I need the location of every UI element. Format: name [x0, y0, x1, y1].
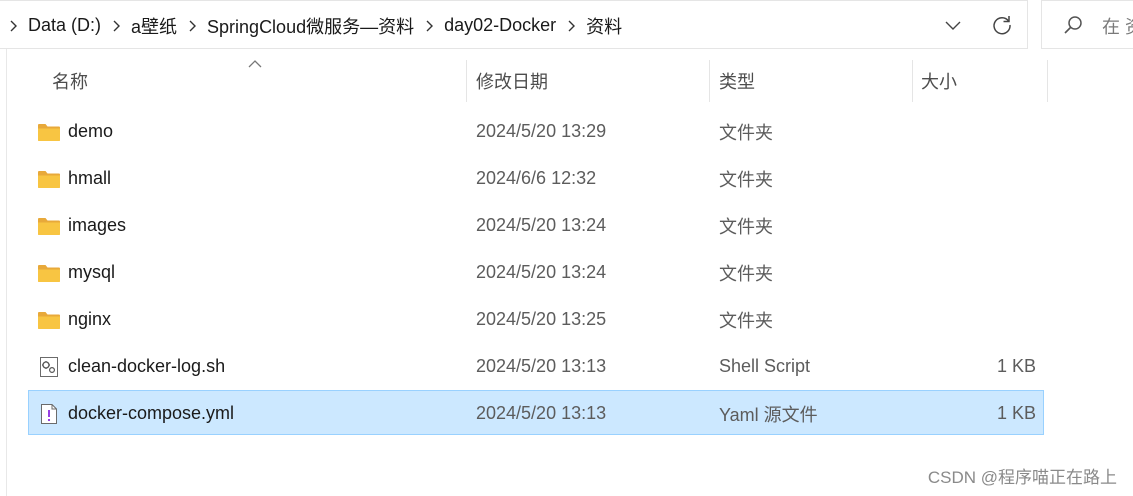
file-date: 2024/5/20 13:25 [476, 309, 607, 329]
file-type: Yaml 源文件 [719, 404, 818, 425]
column-type[interactable]: 类型 [719, 60, 755, 102]
column-size[interactable]: 大小 [921, 60, 957, 102]
file-name[interactable]: mysql [68, 262, 115, 283]
file-row[interactable]: images 2024/5/20 13:24 文件夹 [28, 202, 1044, 247]
folder-icon [37, 216, 61, 236]
file-row[interactable]: clean-docker-log.sh 2024/5/20 13:13 Shell … [28, 343, 1044, 388]
file-size [919, 203, 1036, 248]
file-type: 文件夹 [719, 216, 773, 237]
file-size [919, 250, 1036, 295]
file-name[interactable]: docker-compose.yml [68, 403, 234, 424]
column-divider[interactable] [709, 60, 710, 102]
chevron-right-icon[interactable] [422, 19, 436, 33]
file-date: 2024/6/6 12:32 [476, 168, 597, 188]
column-divider[interactable] [466, 60, 467, 102]
file-name-cell[interactable]: clean-docker-log.sh [37, 344, 225, 389]
file-name[interactable]: clean-docker-log.sh [68, 356, 225, 377]
file-list: demo 2024/5/20 13:29 文件夹 hmall 2024/6/6 12:3… [28, 108, 1044, 437]
file-date: 2024/5/20 13:29 [476, 121, 607, 141]
watermark: CSDN @程序喵正在路上 [927, 468, 1117, 487]
breadcrumb-item[interactable]: Data (D:) [26, 15, 103, 36]
column-header: 名称 修改日期 类型 大小 [28, 60, 1048, 102]
file-name-cell[interactable]: docker-compose.yml [37, 391, 234, 436]
file-type: 文件夹 [719, 122, 773, 143]
search-box[interactable]: 在 资 [1041, 0, 1133, 49]
file-date: 2024/5/20 13:13 [476, 356, 607, 376]
chevron-down-icon[interactable] [940, 13, 966, 37]
file-date: 2024/5/20 13:13 [476, 403, 607, 423]
file-name-cell[interactable]: demo [37, 109, 113, 154]
column-date[interactable]: 修改日期 [476, 60, 548, 102]
breadcrumb-item[interactable]: 资料 [584, 13, 624, 39]
column-name[interactable]: 名称 [52, 60, 88, 102]
folder-icon [37, 169, 61, 189]
file-name-cell[interactable]: hmall [37, 156, 111, 201]
file-row[interactable]: demo 2024/5/20 13:29 文件夹 [28, 108, 1044, 153]
file-date: 2024/5/20 13:24 [476, 215, 607, 235]
file-name-cell[interactable]: images [37, 203, 126, 248]
breadcrumb-item[interactable]: a壁纸 [129, 13, 179, 39]
folder-icon [37, 310, 61, 330]
navigation-pane-edge [0, 49, 7, 496]
chevron-right-icon[interactable] [6, 19, 20, 33]
file-size [919, 156, 1036, 201]
sort-ascending-icon [248, 60, 262, 68]
search-placeholder: 在 资 [1102, 17, 1133, 37]
file-type: 文件夹 [719, 169, 773, 190]
chevron-right-icon[interactable] [564, 19, 578, 33]
file-name[interactable]: hmall [68, 168, 111, 189]
column-divider[interactable] [1047, 60, 1048, 102]
search-icon [1064, 16, 1082, 34]
file-size [919, 297, 1036, 342]
file-name[interactable]: nginx [68, 309, 111, 330]
file-name[interactable]: demo [68, 121, 113, 142]
breadcrumb: Data (D:) a壁纸 SpringCloud微服务—资料 day02-Do… [0, 1, 624, 50]
file-type: Shell Script [719, 356, 811, 376]
address-bar[interactable]: Data (D:) a壁纸 SpringCloud微服务—资料 day02-Do… [0, 0, 1028, 49]
file-size: 1 KB [996, 403, 1036, 423]
folder-icon [37, 263, 61, 283]
file-type: 文件夹 [719, 310, 773, 331]
refresh-icon[interactable] [988, 12, 1016, 38]
file-name-cell[interactable]: nginx [37, 297, 111, 342]
file-row[interactable]: mysql 2024/5/20 13:24 文件夹 [28, 249, 1044, 294]
breadcrumb-item[interactable]: day02-Docker [442, 15, 558, 36]
file-row[interactable]: hmall 2024/6/6 12:32 文件夹 [28, 155, 1044, 200]
column-divider[interactable] [912, 60, 913, 102]
file-date: 2024/5/20 13:24 [476, 262, 607, 282]
yaml-file-icon [37, 403, 61, 424]
chevron-right-icon[interactable] [185, 19, 199, 33]
breadcrumb-item[interactable]: SpringCloud微服务—资料 [205, 13, 416, 39]
file-type: 文件夹 [719, 263, 773, 284]
chevron-right-icon[interactable] [109, 19, 123, 33]
file-size [919, 109, 1036, 154]
file-name[interactable]: images [68, 215, 126, 236]
file-row[interactable]: nginx 2024/5/20 13:25 文件夹 [28, 296, 1044, 341]
file-row[interactable]: docker-compose.yml 2024/5/20 13:13 Yaml 源文… [28, 390, 1044, 435]
file-name-cell[interactable]: mysql [37, 250, 115, 295]
shell-script-icon [37, 356, 61, 377]
folder-icon [37, 122, 61, 142]
file-size: 1 KB [996, 356, 1036, 376]
